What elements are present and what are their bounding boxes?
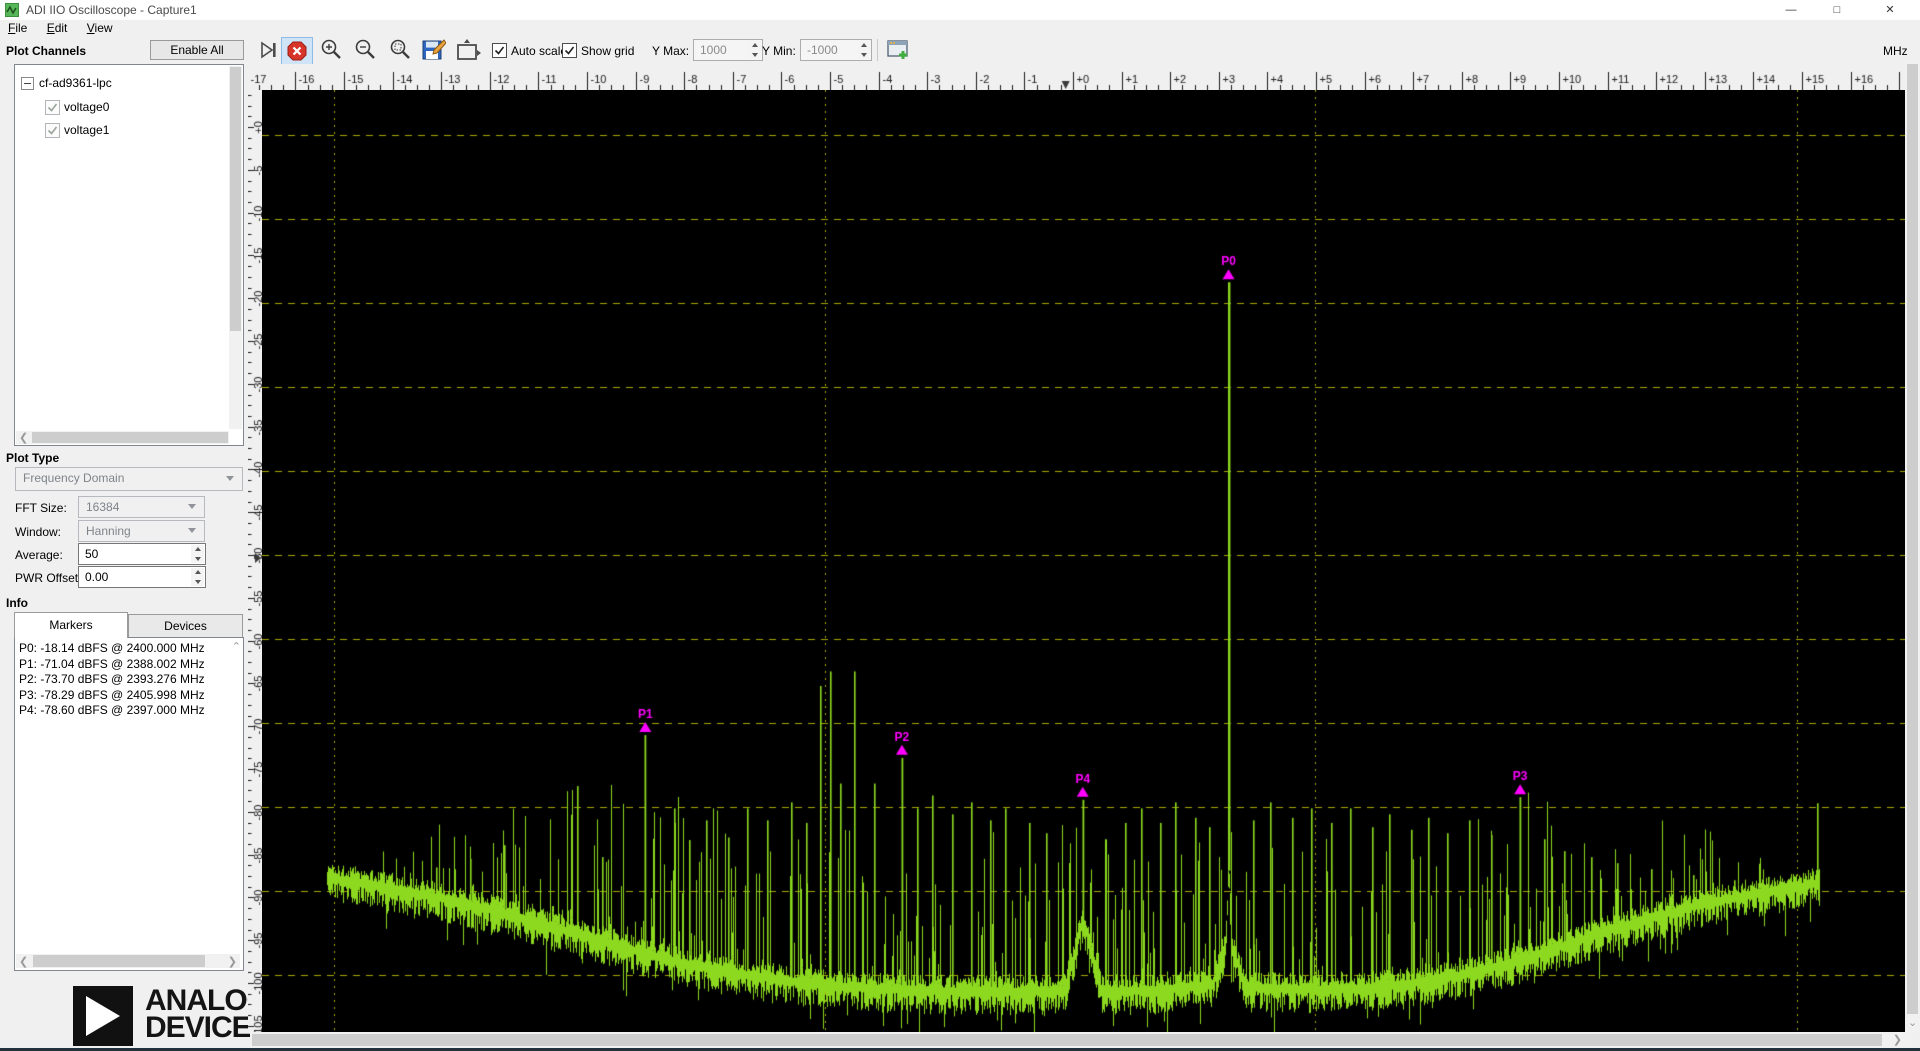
markers-horizontal-scrollbar[interactable]: ❮ ❯ — [16, 954, 240, 968]
menu-file[interactable]: File — [0, 20, 35, 38]
average-label: Average: — [15, 548, 63, 562]
tab-devices[interactable]: Devices — [128, 614, 243, 639]
window-label: Window: — [15, 525, 61, 539]
checkmark-icon — [46, 101, 59, 114]
fft-size-label: FFT Size: — [15, 501, 67, 515]
title-bar: ADI IIO Oscilloscope - Capture1 ― □ ✕ — [0, 0, 1920, 20]
stop-icon — [287, 41, 307, 61]
menu-bar: File Edit View — [0, 20, 1920, 38]
plot-vertical-scrollbar[interactable]: ⌄ — [1905, 62, 1920, 1032]
average-value: 50 — [85, 547, 98, 561]
tree-vertical-scrollbar-thumb[interactable] — [230, 67, 241, 331]
y-max-spinner[interactable] — [748, 41, 761, 59]
app-window: ADI IIO Oscilloscope - Capture1 ― □ ✕ Fi… — [0, 0, 1920, 1051]
plot-horizontal-scrollbar[interactable]: ❯ — [250, 1032, 1905, 1048]
spectrum-plot[interactable] — [262, 90, 1905, 1032]
menu-view[interactable]: View — [79, 20, 121, 38]
info-label: Info — [6, 596, 28, 610]
pwr-offset-spinner[interactable] — [191, 568, 204, 586]
new-plot-icon[interactable] — [886, 38, 912, 62]
y-min-value: -1000 — [807, 43, 838, 57]
zoom-out-icon[interactable] — [353, 38, 379, 62]
plot-type-label: Plot Type — [6, 451, 59, 465]
checkmark-icon — [46, 124, 59, 137]
channel-voltage1-label: voltage1 — [64, 123, 109, 137]
y-max-input[interactable]: 1000 — [693, 39, 763, 61]
minimize-button[interactable]: ― — [1768, 0, 1814, 20]
stop-capture-button[interactable] — [281, 37, 313, 65]
plot-type-value: Frequency Domain — [23, 471, 124, 485]
markers-list: P0: -18.14 dBFS @ 2400.000 MHzP1: -71.04… — [14, 637, 244, 971]
scroll-right-icon[interactable]: ❯ — [228, 955, 237, 969]
capture-play-icon[interactable] — [258, 40, 280, 60]
markers-horizontal-scrollbar-thumb[interactable] — [33, 955, 205, 967]
plot-type-combo[interactable]: Frequency Domain — [15, 467, 243, 491]
scroll-right-icon[interactable]: ❯ — [1893, 1033, 1902, 1047]
checkmark-icon — [563, 44, 576, 57]
window-title: ADI IIO Oscilloscope - Capture1 — [26, 3, 197, 17]
plot-channels-tree: cf-ad9361-lpc voltage0 voltage1 ❮ — [14, 64, 244, 446]
average-spinner[interactable] — [191, 545, 204, 563]
tree-horizontal-scrollbar-thumb[interactable] — [32, 432, 228, 443]
close-button[interactable]: ✕ — [1860, 0, 1920, 20]
zoom-fit-icon[interactable] — [388, 38, 414, 62]
pwr-offset-label: PWR Offset: — [15, 571, 81, 585]
marker-list-item[interactable]: P4: -78.60 dBFS @ 2397.000 MHz — [15, 703, 243, 719]
y-max-label: Y Max: — [652, 44, 689, 58]
tree-expander-icon[interactable] — [21, 77, 34, 90]
channel-voltage0-checkbox[interactable] — [45, 100, 60, 115]
scroll-up-icon[interactable]: ⌃ — [232, 640, 241, 654]
fft-size-value: 16384 — [86, 500, 119, 514]
checkmark-icon — [493, 44, 506, 57]
scroll-down-icon[interactable]: ⌄ — [1908, 1016, 1917, 1030]
show-grid-checkbox[interactable] — [562, 43, 577, 58]
average-input[interactable]: 50 — [78, 543, 206, 565]
scroll-left-icon[interactable]: ❮ — [19, 955, 28, 969]
marker-list-item[interactable]: P2: -73.70 dBFS @ 2393.276 MHz — [15, 672, 243, 688]
plot-horizontal-scrollbar-thumb[interactable] — [252, 1034, 1882, 1046]
window-combo[interactable]: Hanning — [78, 520, 205, 542]
y-axis-ruler — [248, 90, 262, 1032]
show-grid-label: Show grid — [581, 44, 634, 58]
plot-channels-label: Plot Channels — [6, 44, 86, 58]
tree-horizontal-scrollbar[interactable]: ❮ — [16, 431, 229, 444]
y-min-label: Y Min: — [762, 44, 796, 58]
tree-vertical-scrollbar[interactable] — [229, 66, 242, 429]
save-icon[interactable] — [422, 38, 446, 62]
logo-triangle-icon — [73, 986, 133, 1046]
toolbar: Plot Channels Enable All — [0, 38, 1920, 64]
plot-vertical-scrollbar-thumb[interactable] — [1907, 64, 1918, 1014]
toolbar-separator — [877, 39, 878, 61]
fit-window-icon[interactable] — [455, 38, 485, 62]
fft-size-combo[interactable]: 16384 — [78, 496, 205, 518]
chevron-down-icon — [226, 476, 234, 481]
x-axis-ruler — [250, 64, 1920, 90]
marker-list-item[interactable]: P0: -18.14 dBFS @ 2400.000 MHz — [15, 641, 243, 657]
y-min-input[interactable]: -1000 — [800, 39, 872, 61]
enable-all-button[interactable]: Enable All — [150, 40, 244, 60]
channel-voltage1-checkbox[interactable] — [45, 123, 60, 138]
marker-list-item[interactable]: P1: -71.04 dBFS @ 2388.002 MHz — [15, 657, 243, 673]
x-axis-unit-label: MHz — [1883, 44, 1908, 58]
y-min-spinner[interactable] — [857, 41, 870, 59]
chevron-down-icon — [188, 528, 196, 533]
scroll-left-icon[interactable]: ❮ — [19, 431, 28, 445]
tree-root-label[interactable]: cf-ad9361-lpc — [39, 76, 112, 90]
window-value: Hanning — [86, 524, 131, 538]
analog-devices-logo — [73, 986, 133, 1046]
app-icon — [5, 3, 19, 17]
auto-scale-checkbox[interactable] — [492, 43, 507, 58]
tab-markers[interactable]: Markers — [14, 612, 128, 638]
pwr-offset-value: 0.00 — [85, 570, 108, 584]
y-max-value: 1000 — [700, 43, 727, 57]
maximize-button[interactable]: □ — [1814, 0, 1860, 20]
pwr-offset-input[interactable]: 0.00 — [78, 566, 206, 588]
zoom-in-icon[interactable] — [319, 38, 345, 62]
menu-edit[interactable]: Edit — [39, 20, 76, 38]
chevron-down-icon — [188, 504, 196, 509]
auto-scale-label: Auto scale — [511, 44, 567, 58]
channel-voltage0-label: voltage0 — [64, 100, 109, 114]
marker-list-item[interactable]: P3: -78.29 dBFS @ 2405.998 MHz — [15, 688, 243, 704]
